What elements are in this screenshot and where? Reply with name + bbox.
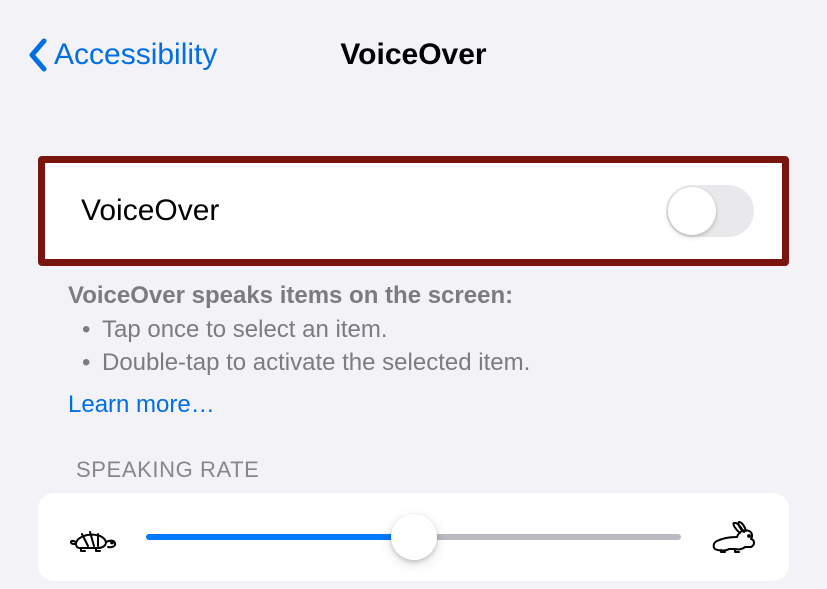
- navigation-bar: Accessibility VoiceOver: [0, 0, 827, 80]
- speaking-rate-slider[interactable]: [146, 517, 681, 557]
- back-label: Accessibility: [54, 38, 217, 72]
- description-bullets: Tap once to select an item. Double-tap t…: [68, 314, 775, 379]
- speaking-rate-row: [38, 493, 789, 581]
- toggle-knob: [668, 187, 716, 235]
- back-button[interactable]: Accessibility: [28, 38, 217, 72]
- learn-more-link[interactable]: Learn more…: [38, 379, 215, 419]
- voiceover-toggle[interactable]: [666, 185, 754, 237]
- speaking-rate-header: SPEAKING RATE: [38, 419, 789, 493]
- voiceover-toggle-row: VoiceOver: [38, 156, 789, 266]
- tortoise-icon: [68, 520, 118, 554]
- page-title: VoiceOver: [340, 38, 486, 72]
- slider-track-rest: [414, 534, 682, 540]
- slider-knob: [391, 514, 437, 560]
- chevron-left-icon: [28, 38, 48, 72]
- bullet-item: Tap once to select an item.: [78, 314, 775, 346]
- description-heading: VoiceOver speaks items on the screen:: [68, 280, 775, 312]
- bullet-item: Double-tap to activate the selected item…: [78, 347, 775, 379]
- hare-icon: [709, 519, 759, 555]
- voiceover-description: VoiceOver speaks items on the screen: Ta…: [38, 266, 789, 379]
- slider-track-fill: [146, 534, 414, 540]
- content-area: VoiceOver VoiceOver speaks items on the …: [0, 156, 827, 581]
- voiceover-toggle-label: VoiceOver: [81, 194, 219, 228]
